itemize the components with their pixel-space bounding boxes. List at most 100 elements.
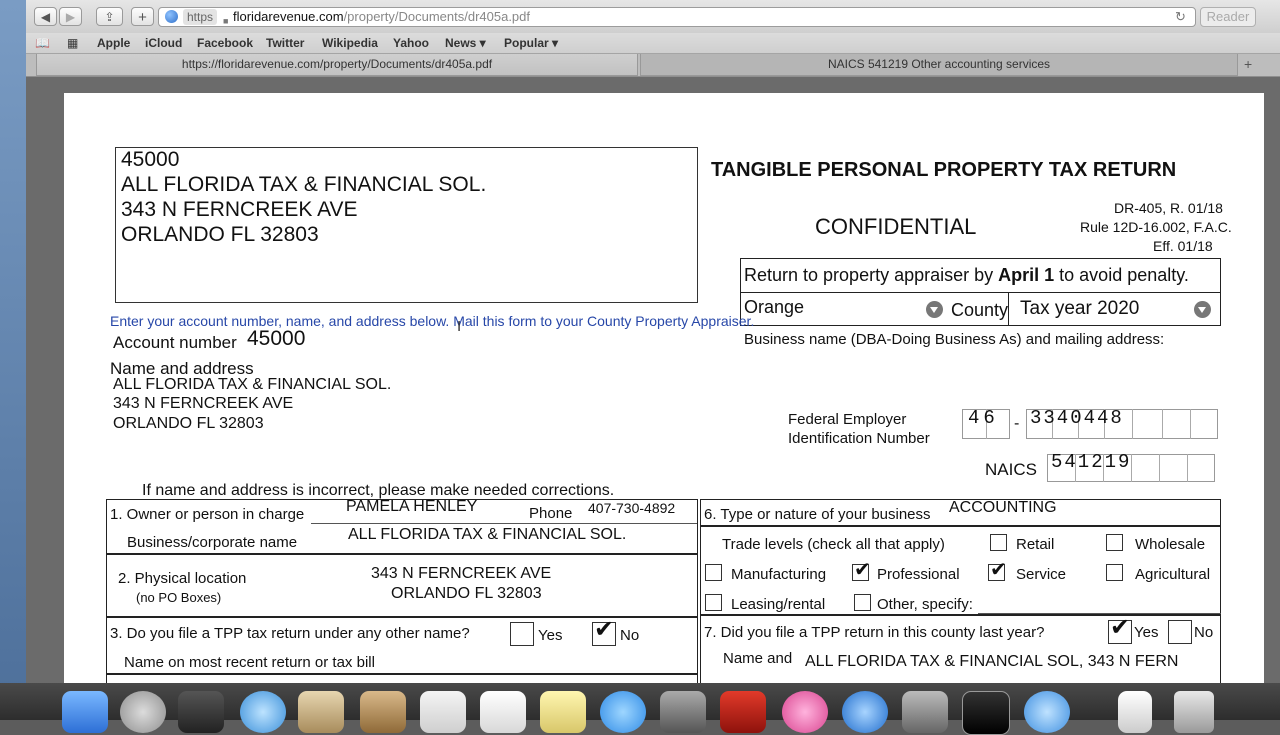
share-icon[interactable]: ⇪: [96, 7, 123, 26]
trash-icon[interactable]: [1174, 691, 1214, 733]
account-number-value[interactable]: 45000: [247, 327, 305, 351]
business-type-value[interactable]: ACCOUNTING: [949, 499, 1057, 517]
text-cursor-icon: I: [457, 318, 462, 335]
leasing-checkbox[interactable]: [705, 594, 722, 611]
divider: [1132, 409, 1133, 439]
address-box-line: ALL FLORIDA TAX & FINANCIAL SOL.: [121, 173, 487, 196]
name-address-line[interactable]: 343 N FERNCREEK AVE: [113, 395, 293, 413]
mission-control-icon[interactable]: [178, 691, 224, 733]
retail-checkbox[interactable]: [990, 534, 1007, 551]
fein-dash: -: [1014, 415, 1020, 432]
mail-icon[interactable]: [298, 691, 344, 733]
corporate-name-value[interactable]: ALL FLORIDA TAX & FINANCIAL SOL.: [348, 526, 626, 544]
manufacturing-checkbox[interactable]: [705, 564, 722, 581]
name-address-line[interactable]: ORLANDO FL 32803: [113, 415, 264, 433]
professional-checkbox[interactable]: ✔: [852, 560, 871, 581]
bookmarks-bar: 📖 ▦ Apple iCloud Facebook Twitter Wikipe…: [26, 33, 1280, 54]
tax-year-dropdown-icon[interactable]: [1194, 301, 1211, 318]
bookmark-news[interactable]: News ▾: [445, 35, 486, 51]
bookmark-wikipedia[interactable]: Wikipedia: [322, 35, 378, 51]
system-preferences-icon[interactable]: [902, 691, 948, 733]
divider: [106, 673, 698, 675]
checkmark-icon: ✔: [854, 559, 871, 581]
account-number-label: Account number: [113, 333, 237, 352]
bookmark-twitter[interactable]: Twitter: [266, 35, 304, 51]
reader-button[interactable]: Reader: [1200, 7, 1256, 27]
tab-naics[interactable]: NAICS 541219 Other accounting services: [640, 54, 1238, 76]
back-button[interactable]: ◀: [34, 7, 57, 26]
browser-window: ◀ ▶ ⇪ + https ■ floridarevenue.com/prope…: [26, 0, 1280, 720]
photo-booth-icon[interactable]: [720, 691, 766, 733]
address-box-line: 343 N FERNCREEK AVE: [121, 198, 358, 221]
last-year-name-value[interactable]: ALL FLORIDA TAX & FINANCIAL SOL, 343 N F…: [805, 653, 1178, 671]
last-year-yes-checkbox[interactable]: ✔: [1108, 616, 1132, 644]
agricultural-checkbox[interactable]: [1106, 564, 1123, 581]
itunes-icon[interactable]: [782, 691, 828, 733]
other-name-yes-checkbox[interactable]: [510, 622, 534, 646]
contacts-icon[interactable]: [360, 691, 406, 733]
owner-value[interactable]: PAMELA HENLEY: [346, 498, 477, 516]
physical-location-line[interactable]: ORLANDO FL 32803: [391, 585, 542, 603]
checkmark-icon: ✔: [594, 616, 615, 643]
other-name-no-checkbox[interactable]: ✔: [592, 616, 616, 646]
new-tab-plus-icon[interactable]: +: [131, 7, 154, 26]
wholesale-checkbox[interactable]: [1106, 534, 1123, 551]
address-bar[interactable]: https ■ floridarevenue.com/property/Docu…: [158, 7, 1196, 27]
calendar-icon[interactable]: [420, 691, 466, 733]
safari-icon[interactable]: [240, 691, 286, 733]
document-icon[interactable]: [1118, 691, 1152, 733]
phone-label: Phone: [529, 505, 573, 522]
dock: [0, 683, 1280, 735]
wholesale-label: Wholesale: [1135, 536, 1206, 553]
add-tab-icon[interactable]: +: [1244, 56, 1252, 72]
leasing-label: Leasing/rental: [731, 596, 826, 613]
fein-prefix-value[interactable]: 46: [968, 407, 999, 429]
form-title: TANGIBLE PERSONAL PROPERTY TAX RETURN: [711, 159, 1177, 181]
last-year-yes-label: Yes: [1134, 624, 1159, 641]
last-year-no-label: No: [1194, 624, 1214, 641]
service-checkbox[interactable]: ✔: [988, 560, 1007, 581]
bookmark-yahoo[interactable]: Yahoo: [393, 35, 429, 51]
divider: [1008, 292, 1009, 326]
other-checkbox[interactable]: [854, 594, 871, 611]
forward-button[interactable]: ▶: [59, 7, 82, 26]
tab-dr405a-pdf[interactable]: https://floridarevenue.com/property/Docu…: [36, 54, 638, 76]
bookmark-popular[interactable]: Popular ▾: [504, 35, 558, 51]
desktop-edge: [0, 0, 26, 720]
reading-list-icon[interactable]: 📖: [35, 35, 50, 51]
manufacturing-label: Manufacturing: [731, 566, 827, 583]
divider: [700, 525, 1221, 527]
fein-suffix-value[interactable]: 3340448: [1030, 407, 1124, 429]
reload-icon[interactable]: ↻: [1175, 8, 1186, 26]
bookmark-apple[interactable]: Apple: [97, 35, 130, 51]
tax-year-select[interactable]: Tax year 2020: [1020, 298, 1139, 320]
business-name-label: Business name (DBA-Doing Business As) an…: [744, 331, 1165, 348]
facetime-icon[interactable]: [660, 691, 706, 733]
naics-value[interactable]: 541219: [1051, 451, 1131, 473]
browser-dock-icon[interactable]: [1024, 691, 1070, 733]
bookmark-facebook[interactable]: Facebook: [197, 35, 253, 51]
physical-location-line[interactable]: 343 N FERNCREEK AVE: [371, 565, 551, 583]
other-specify-label: Other, specify:: [877, 596, 973, 613]
name-address-line[interactable]: ALL FLORIDA TAX & FINANCIAL SOL.: [113, 376, 391, 394]
other-name-no-label: No: [620, 627, 640, 644]
agricultural-label: Agricultural: [1135, 566, 1211, 583]
finder-icon[interactable]: [62, 691, 108, 733]
county-label: County: [951, 300, 1009, 320]
launchpad-icon[interactable]: [120, 691, 166, 733]
form-rule: Rule 12D-16.002, F.A.C.: [1080, 219, 1232, 235]
county-dropdown-icon[interactable]: [926, 301, 943, 318]
bookmark-icloud[interactable]: iCloud: [145, 35, 182, 51]
divider: [311, 523, 697, 524]
terminal-icon[interactable]: [962, 691, 1010, 735]
service-label: Service: [1016, 566, 1067, 583]
messages-icon[interactable]: [600, 691, 646, 733]
last-year-no-checkbox[interactable]: [1168, 620, 1192, 644]
recent-return-name-label: Name on most recent return or tax bill: [124, 654, 375, 671]
notes-icon[interactable]: [540, 691, 586, 733]
divider: [1159, 454, 1160, 482]
app-store-icon[interactable]: [842, 691, 888, 733]
top-sites-grid-icon[interactable]: ▦: [67, 35, 78, 51]
reminders-icon[interactable]: [480, 691, 526, 733]
phone-value[interactable]: 407-730-4892: [588, 500, 675, 516]
